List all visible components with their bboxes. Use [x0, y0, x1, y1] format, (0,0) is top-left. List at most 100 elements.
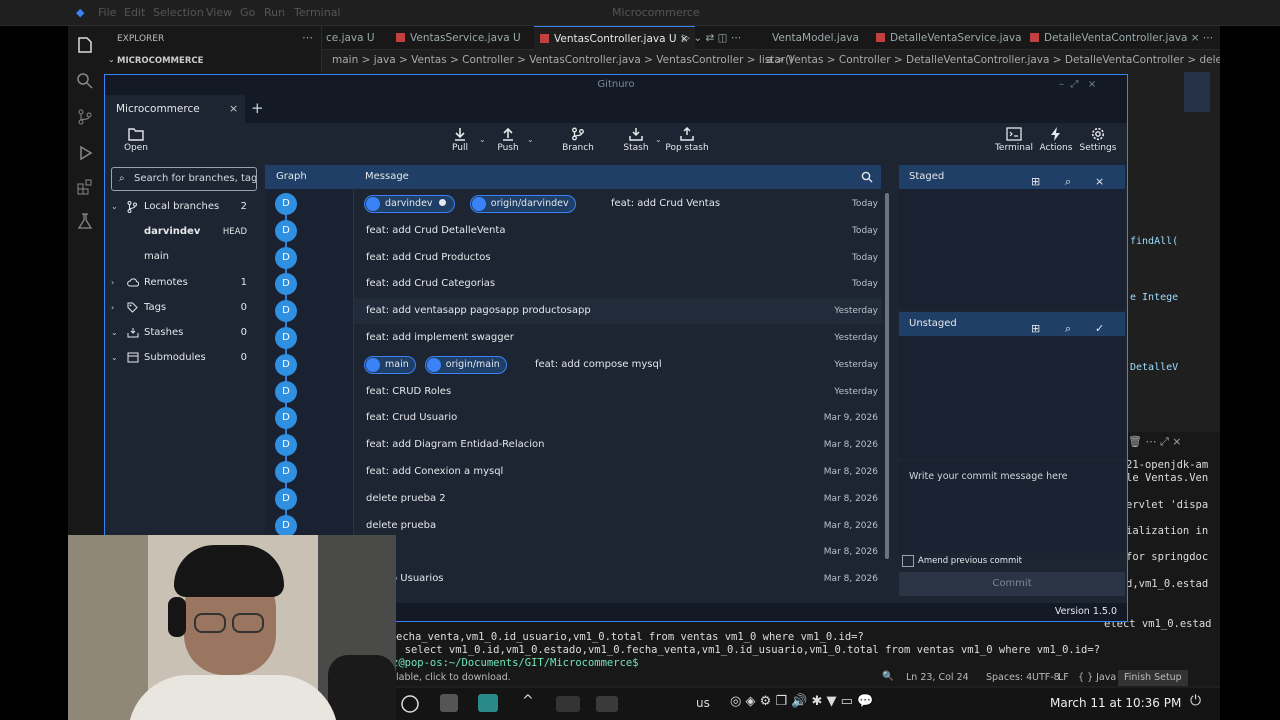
close-icon[interactable]: × ⋯: [1191, 32, 1214, 44]
testing-icon[interactable]: [76, 212, 94, 230]
sidebar-item-main[interactable]: main: [105, 245, 255, 269]
tab-ventas-controller[interactable]: VentasController.java U ×: [534, 26, 695, 50]
commit-row[interactable]: feat: Crud Usuario Mar 9, 2026: [354, 405, 882, 431]
status-encoding[interactable]: UTF-8: [1032, 672, 1060, 683]
search-icon[interactable]: [76, 72, 94, 90]
tab-venta-model[interactable]: VentaModel.java: [772, 26, 859, 50]
sidebar-item-tags[interactable]: › Tags 0: [105, 296, 255, 320]
branch-button[interactable]: Branch: [553, 127, 603, 153]
menu-run[interactable]: Run: [264, 6, 285, 19]
tab-ventas-service[interactable]: VentasService.java U: [396, 26, 521, 50]
graph-node[interactable]: D: [275, 353, 297, 376]
terminal-prompt[interactable]: z@pop-os:~/Documents/GIT/Microcommerce$: [392, 657, 639, 669]
commit-row[interactable]: feat: add Crud Categorias Today: [354, 271, 882, 297]
branch-ref-pill[interactable]: origin/main: [424, 355, 507, 374]
tab-service-java[interactable]: ce.java U: [326, 26, 375, 50]
menu-terminal[interactable]: Terminal: [294, 6, 341, 19]
sidebar-item-stashes[interactable]: ⌄ Stashes 0: [105, 321, 255, 345]
repo-tab[interactable]: Microcommerce: [105, 95, 245, 123]
status-finish-setup[interactable]: Finish Setup: [1118, 670, 1188, 686]
status-language[interactable]: { } Java: [1078, 672, 1116, 683]
commit-list-scrollbar[interactable]: [885, 193, 889, 559]
sidebar-item-remotes[interactable]: › Remotes 1: [105, 271, 255, 295]
amend-checkbox[interactable]: Amend previous commit: [901, 552, 1121, 570]
status-eol[interactable]: LF: [1058, 672, 1069, 683]
commit-row[interactable]: feat: add Conexion a mysql Mar 8, 2026: [354, 459, 882, 485]
commit-button[interactable]: Commit: [899, 572, 1125, 596]
menu-view[interactable]: View: [206, 6, 232, 19]
menu-selection[interactable]: Selection: [153, 6, 204, 19]
commit-row[interactable]: delete prueba 2 Mar 8, 2026: [354, 486, 882, 512]
menu-edit[interactable]: Edit: [124, 6, 145, 19]
commit-row[interactable]: darvindev origin/darvindev feat: add Crud …: [354, 191, 882, 217]
open-button[interactable]: Open: [111, 127, 161, 153]
run-icon[interactable]: ▷ ⌄ ⇄ ◫ ⋯: [682, 26, 741, 50]
app-tray-icon[interactable]: [596, 696, 618, 712]
pop-stash-button[interactable]: Pop stash: [662, 127, 712, 153]
add-tab-button[interactable]: +: [251, 95, 265, 123]
tab-detalle-venta-service[interactable]: DetalleVentaService.java: [876, 26, 1022, 50]
commit-row[interactable]: feat: CRUD Roles Yesterday: [354, 379, 882, 405]
commit-row[interactable]: main origin/main feat: add compose mysql Ye…: [354, 352, 882, 378]
commit-row[interactable]: ruebaMar 8, 2026: [354, 539, 882, 565]
menu-file[interactable]: File: [98, 6, 116, 19]
graph-node[interactable]: D: [275, 327, 297, 349]
sidebar-item-local-branches[interactable]: ⌄ Local branches 2: [105, 195, 255, 219]
graph-node[interactable]: D: [275, 514, 297, 537]
settings-button[interactable]: Settings: [1073, 127, 1123, 153]
breadcrumb-right[interactable]: a > Ventas > Controller > DetalleVentaCo…: [766, 50, 1220, 70]
branch-ref-pill[interactable]: main: [364, 355, 416, 374]
commit-row[interactable]: feat: add Crud Productos Today: [354, 245, 882, 271]
app-recorder-icon[interactable]: [556, 696, 580, 712]
commit-row[interactable]: feat: add implement swagger Yesterday: [354, 325, 882, 351]
app-image-viewer-icon[interactable]: [478, 694, 498, 712]
sidebar-item-submodules[interactable]: ⌄ Submodules 0: [105, 346, 255, 370]
stash-button[interactable]: Stash: [611, 127, 661, 153]
push-button[interactable]: Push: [483, 127, 533, 153]
run-debug-icon[interactable]: [76, 144, 94, 162]
extensions-icon[interactable]: [76, 178, 94, 196]
pull-button[interactable]: Pull: [435, 127, 485, 153]
explorer-icon[interactable]: [76, 36, 94, 54]
status-spaces[interactable]: Spaces: 4: [986, 672, 1032, 683]
status-cursor[interactable]: Ln 23, Col 24: [906, 672, 969, 683]
source-control-icon[interactable]: [76, 108, 94, 126]
search-icon[interactable]: [861, 171, 873, 183]
explorer-root-folder[interactable]: MICROCOMMERCE: [117, 56, 203, 66]
app-settings-icon[interactable]: [440, 694, 458, 712]
commit-row[interactable]: ld app Usuarios Mar 8, 2026: [354, 566, 882, 592]
sidebar-item-darvindev[interactable]: darvindev HEAD: [105, 220, 255, 244]
commit-row[interactable]: feat: add Diagram Entidad-Relacion Mar 8,…: [354, 432, 882, 458]
command-center-search[interactable]: Microcommerce: [612, 6, 700, 19]
graph-node[interactable]: D: [275, 380, 297, 403]
branch-ref-pill[interactable]: origin/darvindev: [469, 195, 576, 213]
tab-detalle-venta-controller[interactable]: DetalleVentaController.java × ⋯: [1030, 26, 1213, 50]
graph-node[interactable]: D: [275, 193, 297, 215]
clock[interactable]: March 11 at 10:36 PM: [1050, 696, 1181, 710]
commit-row[interactable]: delete prueba Mar 8, 2026: [354, 513, 882, 539]
chevron-down-icon[interactable]: ⌄: [108, 55, 115, 64]
zoom-icon[interactable]: 🔍: [882, 671, 894, 682]
power-icon[interactable]: ⏻: [1190, 693, 1201, 709]
commit-message-input[interactable]: Write your commit message here: [899, 461, 1125, 553]
terminal-actions-icon[interactable]: 🗑 ⋯ ⤢ ×: [1128, 435, 1181, 449]
commit-row[interactable]: feat: add ventasapp pagosapp productosap…: [354, 298, 882, 325]
tray-icons[interactable]: ◎ ◈ ⚙ ❐ 🔊 ✱ ▼ ▭ 💬: [730, 694, 873, 709]
push-dropdown-icon[interactable]: ⌄: [527, 135, 534, 144]
stash-dropdown-icon[interactable]: ⌄: [655, 135, 662, 144]
graph-node[interactable]: D: [275, 246, 297, 269]
graph-node[interactable]: D: [275, 461, 297, 483]
keyboard-layout[interactable]: us: [696, 696, 710, 710]
branch-ref-pill[interactable]: darvindev: [364, 195, 455, 213]
more-actions-icon[interactable]: ⋯: [302, 31, 313, 44]
breadcrumb-left[interactable]: main > java > Ventas > Controller > Vent…: [332, 50, 793, 70]
launcher-icon[interactable]: [400, 694, 420, 714]
graph-node[interactable]: D: [275, 487, 297, 510]
minimap[interactable]: [1184, 72, 1210, 112]
branch-search-input[interactable]: ⌕ Search for branches, tags & other: [111, 167, 257, 191]
close-icon[interactable]: ×: [229, 95, 243, 123]
graph-node[interactable]: D: [275, 219, 297, 242]
menu-go[interactable]: Go: [240, 6, 255, 19]
commit-row[interactable]: feat: add Crud DetalleVenta Today: [354, 218, 882, 244]
chevron-up-icon[interactable]: ^: [522, 693, 534, 709]
